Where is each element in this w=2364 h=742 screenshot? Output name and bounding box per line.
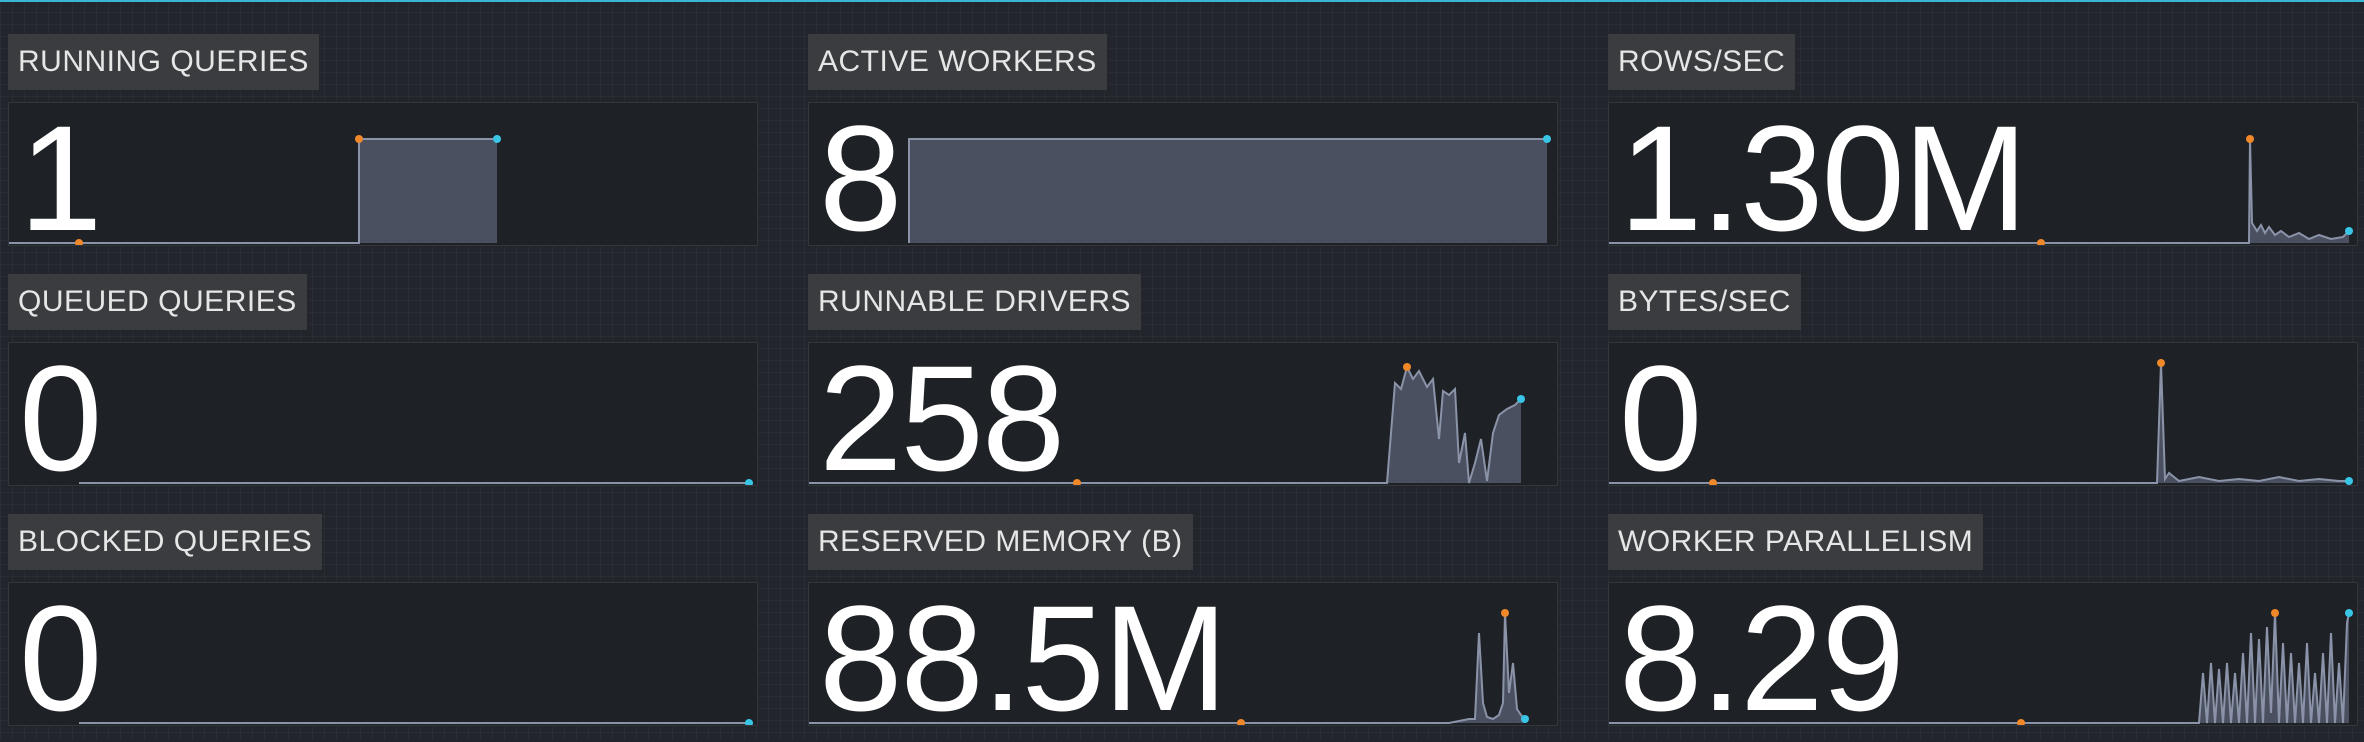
sparkline-blocked-queries [79, 719, 753, 725]
tile-panel: 0 [8, 334, 758, 502]
tile-panel: 8.29 [1608, 574, 2358, 742]
tile-running-queries: RUNNING QUERIES 1 [8, 34, 758, 262]
tile-panel: 0 [1608, 334, 2358, 502]
sparkline-bytes-sec [1609, 359, 2353, 485]
tile-queued-queries: QUEUED QUERIES 0 [8, 274, 758, 502]
sparkline-queued-queries [79, 479, 753, 485]
tile-label: RUNNABLE DRIVERS [808, 274, 1142, 330]
tile-panel: 1 [8, 94, 758, 262]
tile-label: WORKER PARALLELISM [1608, 514, 1984, 570]
tile-runnable-drivers: RUNNABLE DRIVERS 258 [808, 274, 1558, 502]
metric-value: 0 [19, 574, 102, 742]
sparkline-running-queries [9, 135, 501, 245]
metric-value: 1.30M [1619, 94, 2028, 262]
tile-label: ROWS/SEC [1608, 34, 1796, 90]
tile-panel: 88.5M [808, 574, 1558, 742]
tile-panel: 258 [808, 334, 1558, 502]
metric-value: 8 [819, 94, 902, 262]
tile-bytes-sec: BYTES/SEC 0 [1608, 274, 2358, 502]
tile-rows-sec: ROWS/SEC 1.30M [1608, 34, 2358, 262]
tile-worker-parallelism: WORKER PARALLELISM 8.29 [1608, 514, 2358, 742]
tile-reserved-memory: RESERVED MEMORY (B) 88.5M [808, 514, 1558, 742]
metric-value: 8.29 [1619, 574, 1905, 742]
tile-label: ACTIVE WORKERS [808, 34, 1107, 90]
tile-active-workers: ACTIVE WORKERS 8 [808, 34, 1558, 262]
top-accent-line [0, 0, 2364, 2]
tile-label: BLOCKED QUERIES [8, 514, 323, 570]
metric-value: 258 [819, 334, 1065, 502]
tile-label: BYTES/SEC [1608, 274, 1801, 330]
sparkline-active-workers [908, 135, 1551, 243]
tile-label: QUEUED QUERIES [8, 274, 307, 330]
tile-label: RESERVED MEMORY (B) [808, 514, 1193, 570]
metric-value: 0 [1619, 334, 1702, 502]
tile-panel: 1.30M [1608, 94, 2358, 262]
tile-label: RUNNING QUERIES [8, 34, 319, 90]
tile-blocked-queries: BLOCKED QUERIES 0 [8, 514, 758, 742]
metric-value: 1 [19, 94, 102, 262]
tile-panel: 0 [8, 574, 758, 742]
metric-value: 0 [19, 334, 102, 502]
metric-value: 88.5M [819, 574, 1228, 742]
tile-panel: 8 [808, 94, 1558, 262]
